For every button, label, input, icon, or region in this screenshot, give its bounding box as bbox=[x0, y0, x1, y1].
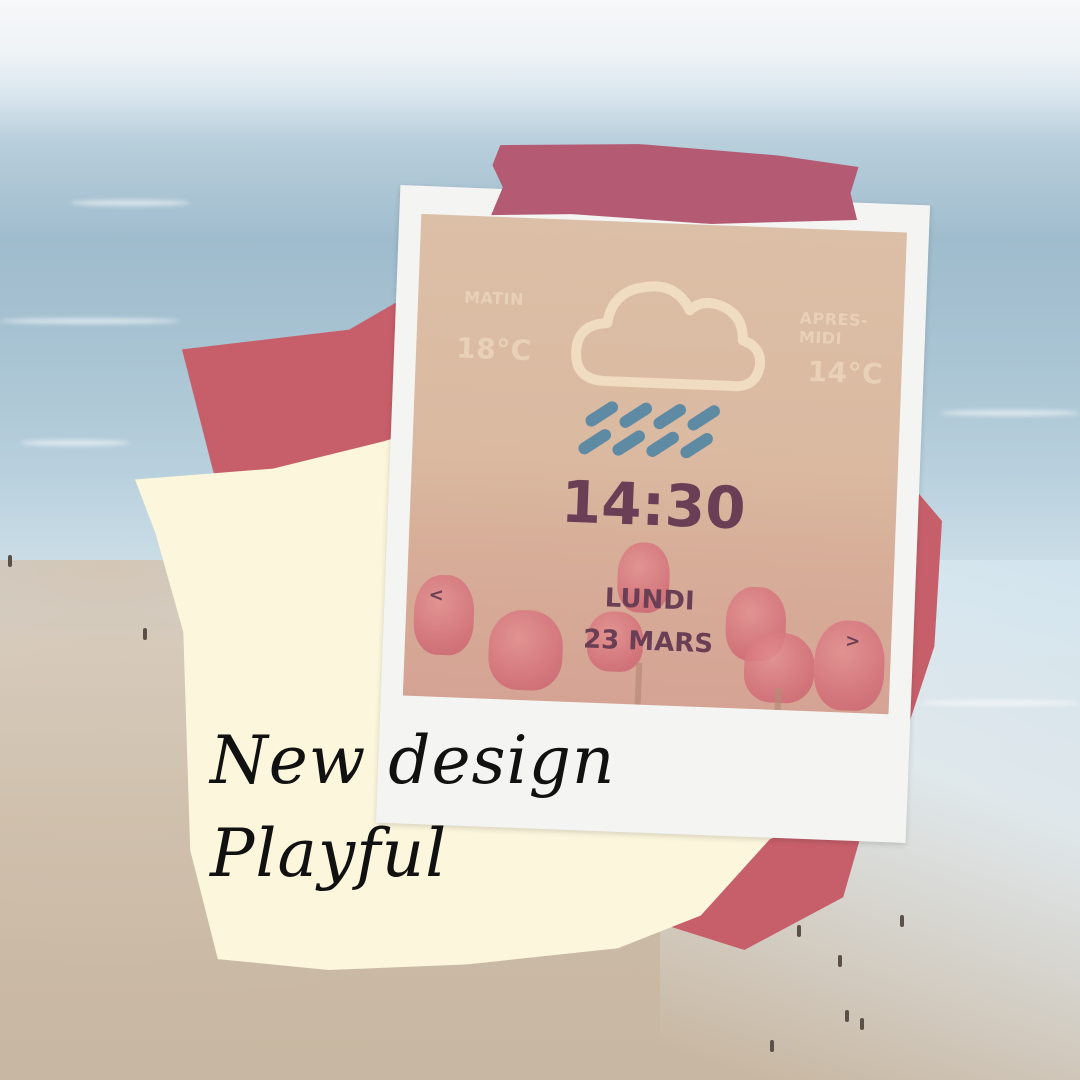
rain-drops bbox=[578, 401, 720, 459]
beach-person bbox=[8, 555, 12, 567]
cloud-outline bbox=[571, 281, 766, 392]
tulip-stem bbox=[634, 662, 643, 705]
wave-crest bbox=[920, 700, 1080, 706]
morning-label: MATIN bbox=[463, 287, 525, 309]
beach-person bbox=[838, 955, 842, 967]
tulip-stem bbox=[774, 687, 782, 715]
beach-person bbox=[900, 915, 904, 927]
beach-person bbox=[860, 1018, 864, 1030]
afternoon-label: APRES-MIDI bbox=[798, 308, 869, 349]
beach-person bbox=[770, 1040, 774, 1052]
beach-person bbox=[845, 1010, 849, 1022]
date-text: 23 MARS bbox=[582, 624, 714, 660]
afternoon-temperature: 14°C bbox=[806, 354, 884, 391]
caption-line-1: New design bbox=[210, 722, 616, 799]
clock-time: 14:30 bbox=[559, 467, 747, 543]
wave-crest bbox=[940, 410, 1080, 416]
morning-temperature: 18°C bbox=[455, 331, 533, 368]
beach-person bbox=[797, 925, 801, 937]
beach-person bbox=[143, 628, 147, 640]
next-day-button[interactable]: > bbox=[845, 630, 861, 652]
caption-line-2: Playful bbox=[210, 815, 448, 892]
cloud-rain-icon bbox=[571, 281, 766, 459]
weather-widget-photo: MATIN 18°C APRES-MIDI 14°C 14:30 LUNDI 2… bbox=[402, 213, 907, 715]
wave-crest bbox=[20, 440, 130, 446]
wave-crest bbox=[70, 200, 190, 206]
previous-day-button[interactable]: < bbox=[428, 584, 444, 606]
wave-crest bbox=[0, 318, 180, 324]
